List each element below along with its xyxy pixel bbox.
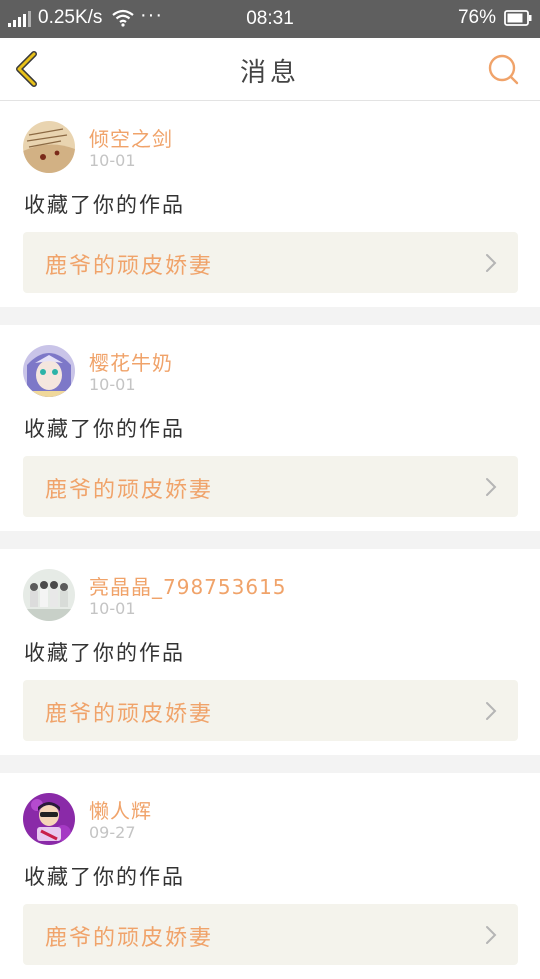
battery-icon: [504, 10, 532, 26]
avatar[interactable]: [23, 121, 75, 173]
message-card: 倾空之剑 10-01 收藏了你的作品 鹿爷的顽皮娇妻: [0, 101, 540, 307]
page-title: 消息: [239, 58, 300, 88]
message-date: 09-27: [89, 823, 136, 842]
action-text: 收藏了你的作品: [24, 865, 185, 889]
cartoon-guitarist-avatar-icon: [23, 793, 75, 845]
message-date: 10-01: [89, 375, 136, 394]
user-name[interactable]: 倾空之剑: [89, 123, 173, 152]
anime-character-avatar-icon: [23, 345, 75, 397]
user-name[interactable]: 樱花牛奶: [89, 347, 173, 376]
chevron-right-icon: [486, 702, 497, 720]
user-name[interactable]: 亮晶晶_798753615: [89, 571, 287, 600]
chevron-right-icon: [486, 254, 497, 272]
battery-percent: 76%: [457, 7, 496, 28]
section-divider: [0, 307, 540, 325]
message-card: 亮晶晶_798753615 10-01 收藏了你的作品 鹿爷的顽皮娇妻: [0, 549, 540, 755]
avatar[interactable]: [23, 345, 75, 397]
work-title: 鹿爷的顽皮娇妻: [45, 926, 214, 951]
message-list: 倾空之剑 10-01 收藏了你的作品 鹿爷的顽皮娇妻 樱花牛奶 10-01 收藏…: [0, 101, 540, 979]
action-text: 收藏了你的作品: [24, 417, 185, 441]
user-name[interactable]: 懒人辉: [89, 795, 152, 824]
action-text: 收藏了你的作品: [24, 193, 185, 217]
book-page-avatar-icon: [23, 121, 75, 173]
chevron-right-icon: [486, 926, 497, 944]
group-photo-avatar-icon: [23, 569, 75, 621]
message-date: 10-01: [89, 599, 136, 618]
work-link[interactable]: 鹿爷的顽皮娇妻: [23, 456, 518, 517]
section-divider: [0, 755, 540, 773]
message-card: 懒人辉 09-27 收藏了你的作品 鹿爷的顽皮娇妻: [0, 773, 540, 979]
work-link[interactable]: 鹿爷的顽皮娇妻: [23, 680, 518, 741]
work-link[interactable]: 鹿爷的顽皮娇妻: [23, 904, 518, 965]
work-title: 鹿爷的顽皮娇妻: [45, 254, 214, 279]
work-title: 鹿爷的顽皮娇妻: [45, 478, 214, 503]
action-text: 收藏了你的作品: [24, 641, 185, 665]
avatar[interactable]: [23, 569, 75, 621]
work-link[interactable]: 鹿爷的顽皮娇妻: [23, 232, 518, 293]
message-card: 樱花牛奶 10-01 收藏了你的作品 鹿爷的顽皮娇妻: [0, 325, 540, 531]
message-date: 10-01: [89, 151, 136, 170]
search-icon[interactable]: [486, 52, 520, 86]
app-header: 消息: [0, 38, 540, 101]
status-bar: 0.25K/s ··· 08:31 76%: [0, 0, 540, 38]
avatar[interactable]: [23, 793, 75, 845]
section-divider: [0, 531, 540, 549]
chevron-right-icon: [486, 478, 497, 496]
work-title: 鹿爷的顽皮娇妻: [45, 702, 214, 727]
